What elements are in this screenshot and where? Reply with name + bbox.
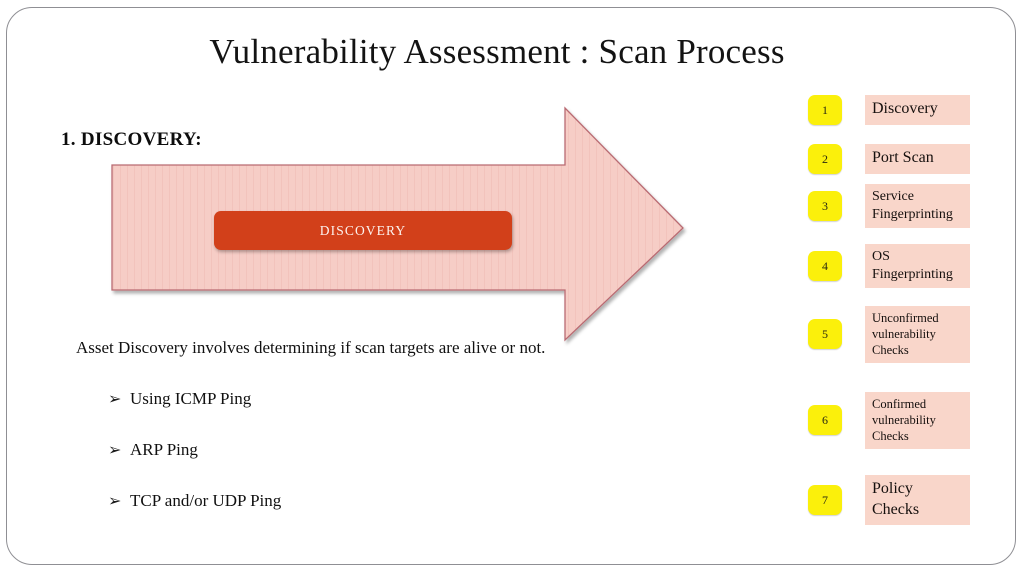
- bullet-label: ARP Ping: [130, 440, 198, 459]
- step-label-box: Policy Checks: [865, 475, 970, 525]
- slide-canvas: Vulnerability Assessment : Scan Process …: [0, 0, 1024, 576]
- step-number-badge: 6: [808, 405, 842, 435]
- step-label-box: Unconfirmed vulnerability Checks: [865, 305, 970, 363]
- step-label-box: Confirmed vulnerability Checks: [865, 391, 970, 449]
- discovery-label-box: DISCOVERY: [214, 211, 512, 250]
- discovery-label-text: DISCOVERY: [319, 222, 407, 238]
- step-label-box: Service Fingerprinting: [865, 183, 970, 229]
- step-number-badge: 5: [808, 319, 842, 349]
- bullet-item-tcp-udp-ping: ➢ TCP and/or UDP Ping: [108, 491, 281, 511]
- arrowhead-bullet-icon: ➢: [108, 493, 122, 510]
- arrowhead-bullet-icon: ➢: [108, 391, 122, 408]
- step-number-badge: 4: [808, 251, 842, 281]
- step-number-badge: 7: [808, 485, 842, 515]
- bullet-item-arp-ping: ➢ ARP Ping: [108, 440, 198, 460]
- scan-process-step-list: 1 Discovery 2 Port Scan 3 Service Finger…: [808, 95, 1008, 560]
- arrowhead-bullet-icon: ➢: [108, 442, 122, 459]
- discovery-arrow-graphic: DISCOVERY: [106, 100, 691, 350]
- step-number-badge: 2: [808, 144, 842, 174]
- bullet-label: Using ICMP Ping: [130, 389, 252, 408]
- step-label-box: OS Fingerprinting: [865, 243, 970, 289]
- page-title: Vulnerability Assessment : Scan Process: [209, 32, 785, 71]
- bullet-label: TCP and/or UDP Ping: [130, 491, 282, 510]
- step-number-badge: 3: [808, 191, 842, 221]
- step-number-badge: 1: [808, 95, 842, 125]
- bullet-item-icmp-ping: ➢ Using ICMP Ping: [108, 389, 251, 409]
- step-label-box: Port Scan: [865, 144, 970, 174]
- lead-paragraph: Asset Discovery involves determining if …: [76, 338, 546, 357]
- step-label-box: Discovery: [865, 95, 970, 125]
